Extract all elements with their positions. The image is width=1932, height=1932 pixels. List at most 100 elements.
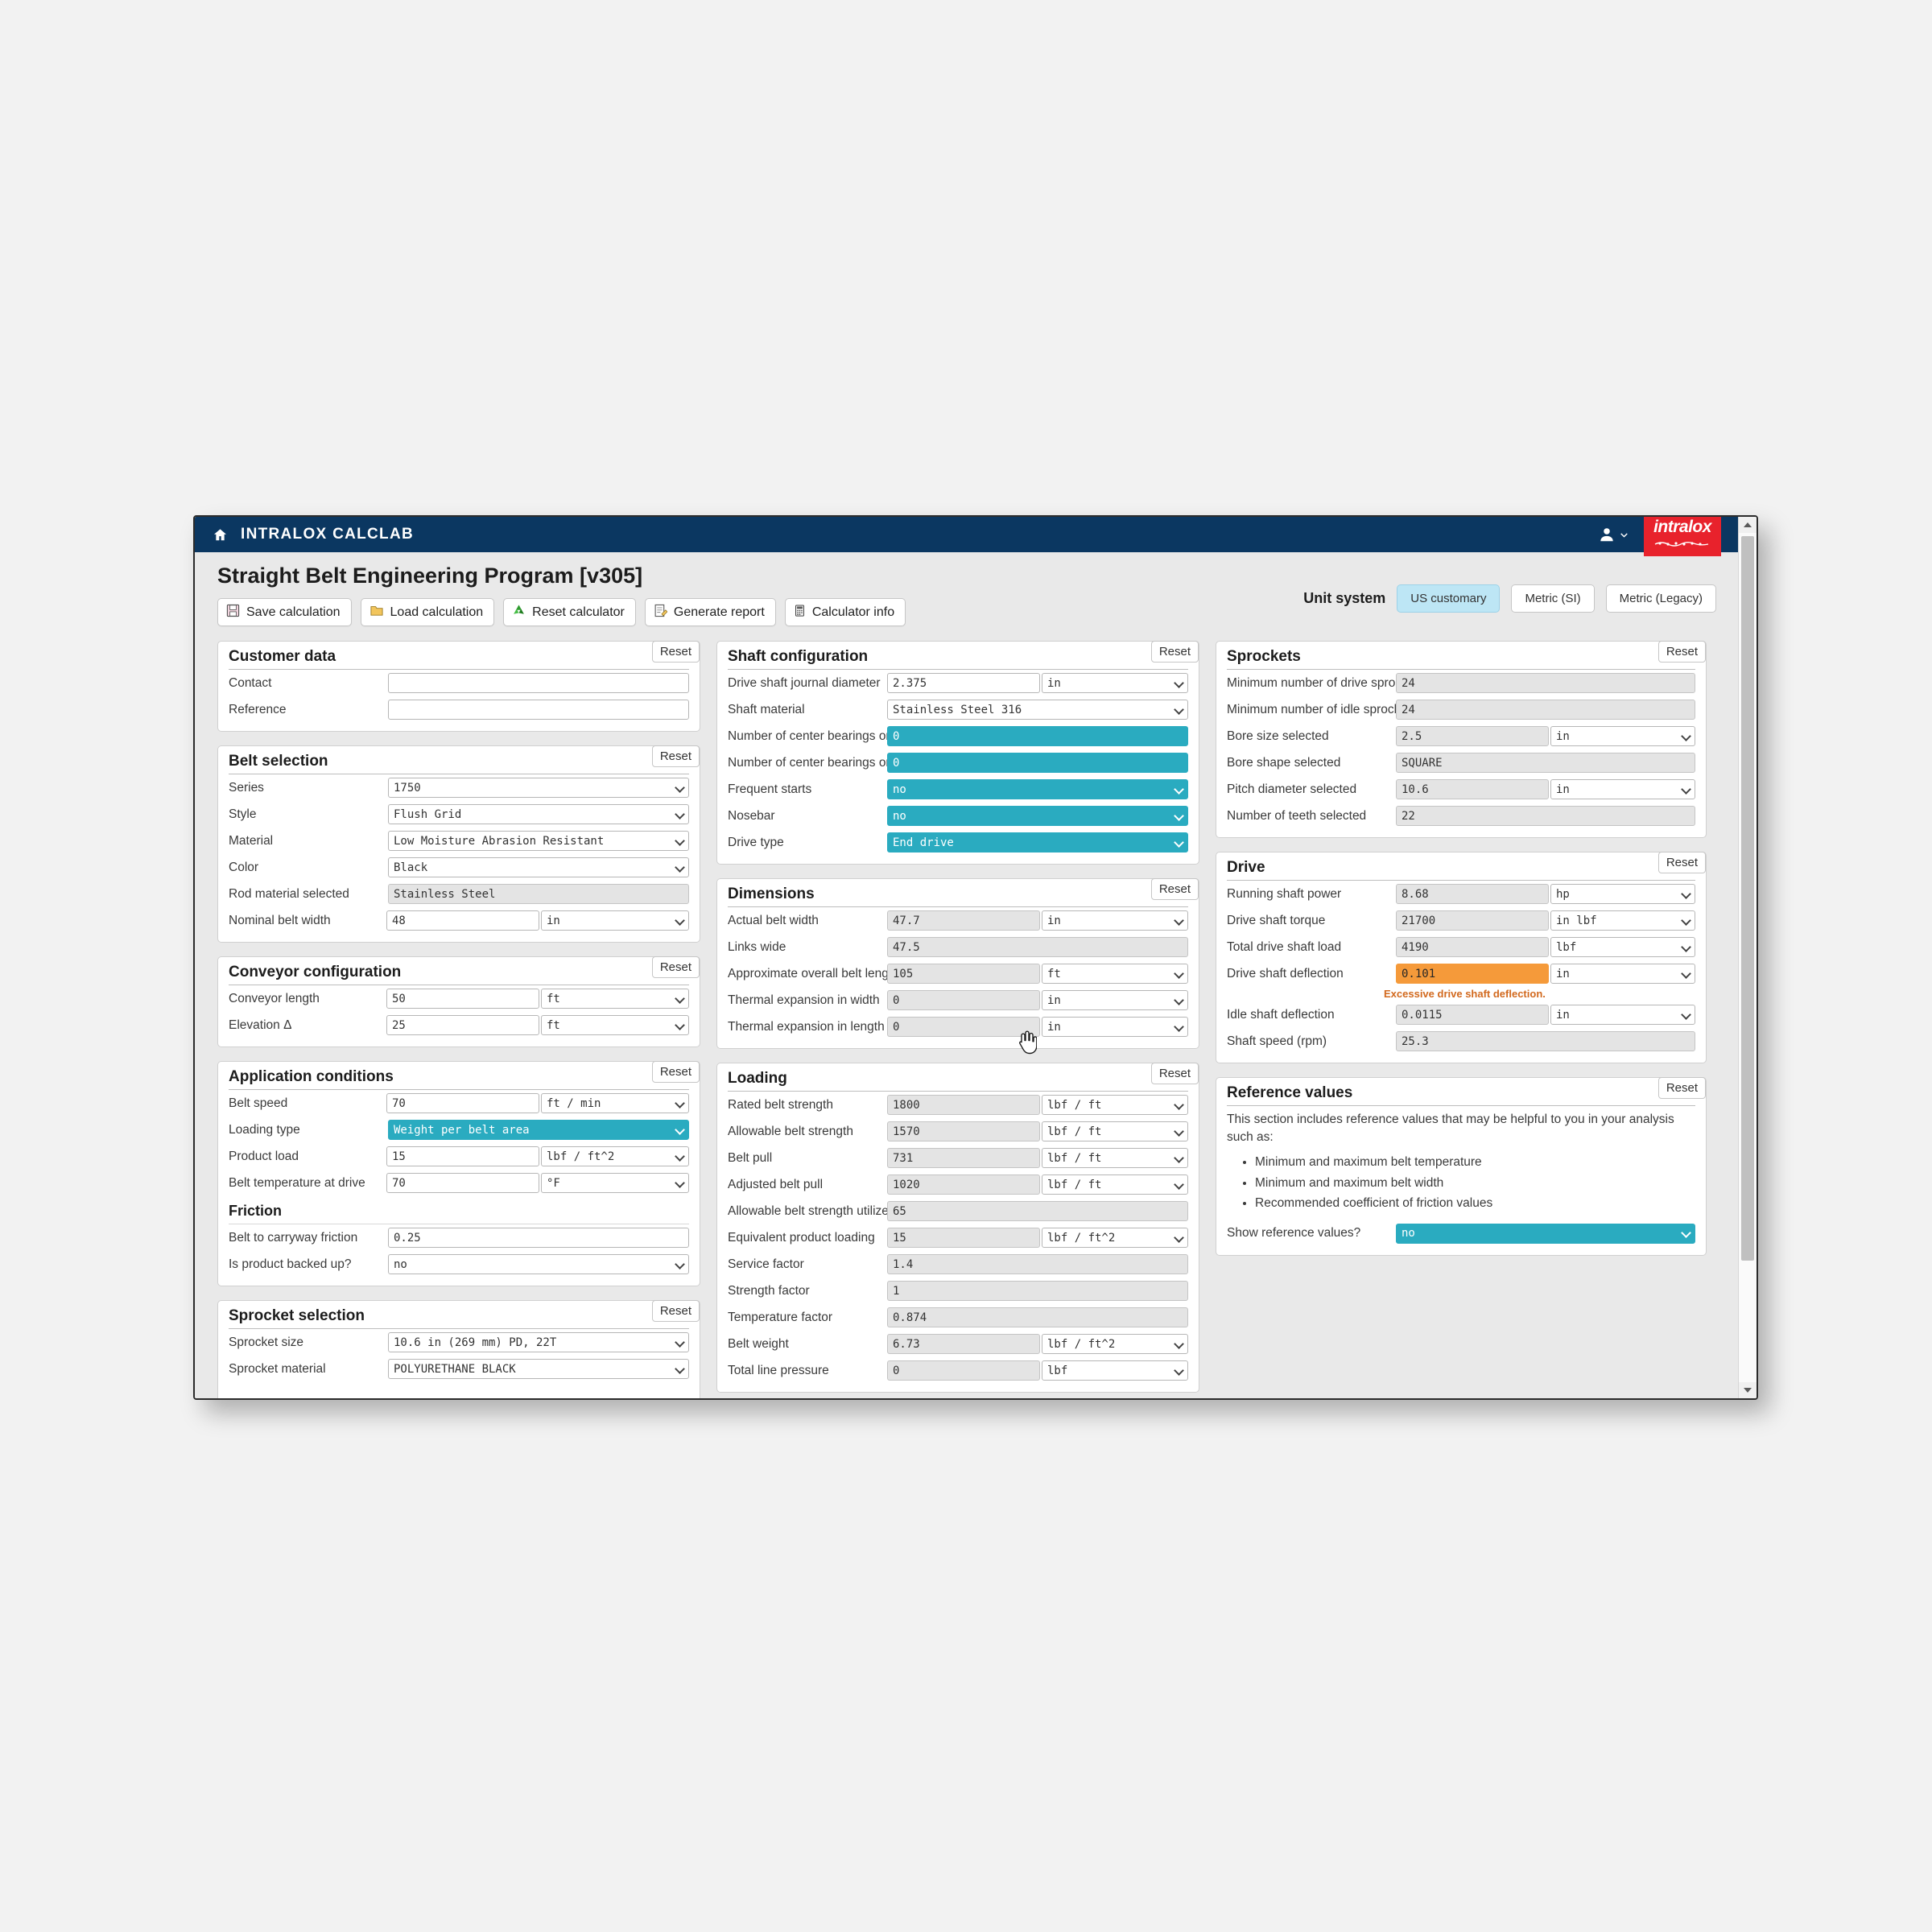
field-label: Shaft material: [728, 702, 805, 716]
center-bearings-idle-shaft-input[interactable]: 0: [887, 753, 1188, 773]
belt-weight-unit-select[interactable]: lbf / ft^2: [1042, 1334, 1188, 1354]
material-select[interactable]: Low Moisture Abrasion Resistant: [388, 831, 689, 851]
product-load-unit-select[interactable]: lbf / ft^2: [541, 1146, 689, 1166]
total-line-pressure-unit-select[interactable]: lbf: [1042, 1360, 1188, 1381]
field-row-frequent-starts: Frequent starts no: [717, 776, 1199, 803]
unit-us-customary-button[interactable]: US customary: [1397, 584, 1501, 613]
series-select[interactable]: 1750: [388, 778, 689, 798]
conveyor-length-unit-select[interactable]: ft: [541, 989, 689, 1009]
scroll-up-button[interactable]: [1739, 517, 1757, 533]
field-row-bore-shape: Bore shape selected SQUARE: [1216, 749, 1706, 776]
belt-speed-unit-select[interactable]: ft / min: [541, 1093, 689, 1113]
field-label: Rated belt strength: [728, 1097, 833, 1112]
field-label: Frequent starts: [728, 782, 812, 796]
belt-temperature-input[interactable]: 70: [386, 1173, 539, 1193]
reset-reference-values-button[interactable]: Reset: [1657, 1077, 1706, 1100]
belt-pull-unit-select[interactable]: lbf / ft: [1042, 1148, 1188, 1168]
belt-speed-input[interactable]: 70: [386, 1093, 539, 1113]
field-label: Color: [229, 860, 259, 874]
actual-belt-width-unit-select[interactable]: in: [1042, 910, 1188, 931]
center-bearings-drive-shaft-input[interactable]: 0: [887, 726, 1188, 746]
frequent-starts-select[interactable]: no: [887, 779, 1188, 799]
contact-input[interactable]: [388, 673, 689, 693]
panel-dimensions: Dimensions Reset Actual belt width 47.7 …: [716, 878, 1199, 1049]
load-calculation-button[interactable]: Load calculation: [360, 598, 495, 626]
idle-shaft-deflection-unit-select[interactable]: in: [1550, 1005, 1695, 1025]
rated-belt-strength-unit-select[interactable]: lbf / ft: [1042, 1095, 1188, 1115]
generate-report-button[interactable]: Generate report: [644, 598, 776, 626]
unit-metric-legacy-button[interactable]: Metric (Legacy): [1605, 584, 1716, 613]
vertical-scrollbar[interactable]: [1738, 517, 1757, 1398]
floppy-disk-icon: [226, 604, 240, 621]
reset-sprocket-selection-button[interactable]: Reset: [651, 1300, 700, 1323]
idle-shaft-deflection-value: 0.0115: [1396, 1005, 1549, 1025]
thermal-expansion-length-unit-select[interactable]: in: [1042, 1017, 1188, 1037]
nosebar-select[interactable]: no: [887, 806, 1188, 826]
save-calculation-button[interactable]: Save calculation: [217, 598, 352, 626]
drive-type-select[interactable]: End drive: [887, 832, 1188, 852]
scrollbar-thumb[interactable]: [1741, 536, 1754, 1261]
conveyor-length-input[interactable]: 50: [386, 989, 539, 1009]
reset-belt-selection-button[interactable]: Reset: [651, 745, 700, 768]
bore-size-unit-select[interactable]: in: [1550, 726, 1695, 746]
calculator-info-button[interactable]: Calculator info: [784, 598, 906, 626]
unit-metric-si-button[interactable]: Metric (SI): [1511, 584, 1595, 613]
reset-conveyor-configuration-button[interactable]: Reset: [651, 956, 700, 979]
style-select[interactable]: Flush Grid: [388, 804, 689, 824]
belt-carryway-friction-input[interactable]: 0.25: [388, 1228, 689, 1248]
field-label: Idle shaft deflection: [1227, 1007, 1335, 1022]
reset-loading-button[interactable]: Reset: [1150, 1063, 1199, 1085]
running-shaft-power-unit-select[interactable]: hp: [1550, 884, 1695, 904]
page-header: Straight Belt Engineering Program [v305]…: [195, 552, 1739, 626]
adjusted-belt-pull-unit-select[interactable]: lbf / ft: [1042, 1174, 1188, 1195]
overall-belt-length-unit-select[interactable]: ft: [1042, 964, 1188, 984]
strength-factor-value: 1: [887, 1281, 1188, 1301]
pitch-diameter-unit-select[interactable]: in: [1550, 779, 1695, 799]
intralox-logo[interactable]: intralox: [1644, 517, 1721, 556]
browser-window: INTRALOX CALCLAB intralox Straight Belt …: [193, 515, 1758, 1400]
show-reference-values-select[interactable]: no: [1396, 1223, 1695, 1244]
sprocket-material-select[interactable]: POLYURETHANE BLACK: [388, 1359, 689, 1379]
field-label: Drive shaft deflection: [1227, 966, 1344, 980]
field-label: Product load: [229, 1149, 299, 1163]
shaft-material-select[interactable]: Stainless Steel 316: [887, 700, 1188, 720]
elevation-delta-unit-select[interactable]: ft: [541, 1015, 689, 1035]
color-select[interactable]: Black: [388, 857, 689, 877]
nominal-belt-width-unit-select[interactable]: in: [541, 910, 689, 931]
field-label: Minimum number of idle sprockets: [1227, 702, 1396, 716]
reset-calculator-button[interactable]: Reset calculator: [503, 598, 636, 626]
allowable-belt-strength-unit-select[interactable]: lbf / ft: [1042, 1121, 1188, 1141]
belt-temperature-unit-select[interactable]: °F: [541, 1173, 689, 1193]
reference-input[interactable]: [388, 700, 689, 720]
reset-application-conditions-button[interactable]: Reset: [651, 1061, 700, 1084]
drive-shaft-journal-diameter-unit-select[interactable]: in: [1042, 673, 1188, 693]
drive-shaft-torque-unit-select[interactable]: in lbf: [1550, 910, 1695, 931]
reset-customer-data-button[interactable]: Reset: [651, 641, 700, 663]
reset-dimensions-button[interactable]: Reset: [1150, 878, 1199, 901]
field-row-shaft-material: Shaft material Stainless Steel 316: [717, 696, 1199, 723]
field-row-material: Material Low Moisture Abrasion Resistant: [218, 828, 700, 854]
total-drive-shaft-load-unit-select[interactable]: lbf: [1550, 937, 1695, 957]
field-row-bore-size: Bore size selected 2.5 in: [1216, 723, 1706, 749]
elevation-delta-input[interactable]: 25: [386, 1015, 539, 1035]
product-load-input[interactable]: 15: [386, 1146, 539, 1166]
home-icon[interactable]: [213, 527, 228, 543]
field-row-shaft-speed: Shaft speed (rpm) 25.3: [1216, 1028, 1706, 1055]
panel-header: Reference values Reset: [1227, 1077, 1706, 1106]
drive-shaft-journal-diameter-input[interactable]: 2.375: [887, 673, 1040, 693]
product-backed-up-select[interactable]: no: [388, 1254, 689, 1274]
nominal-belt-width-input[interactable]: 48: [386, 910, 539, 931]
sprocket-size-select[interactable]: 10.6 in (269 mm) PD, 22T: [388, 1332, 689, 1352]
loading-type-select[interactable]: Weight per belt area: [388, 1120, 689, 1140]
user-account-icon[interactable]: [1598, 526, 1629, 543]
drive-shaft-deflection-unit-select[interactable]: in: [1550, 964, 1695, 984]
scroll-down-button[interactable]: [1739, 1382, 1757, 1398]
panel-header: Sprocket selection Reset: [229, 1300, 700, 1329]
thermal-expansion-width-unit-select[interactable]: in: [1042, 990, 1188, 1010]
panel-loading: Loading Reset Rated belt strength 1800 l…: [716, 1063, 1199, 1393]
equivalent-product-loading-unit-select[interactable]: lbf / ft^2: [1042, 1228, 1188, 1248]
reset-sprockets-button[interactable]: Reset: [1657, 641, 1706, 663]
reset-shaft-configuration-button[interactable]: Reset: [1150, 641, 1199, 663]
temperature-factor-value: 0.874: [887, 1307, 1188, 1327]
reset-drive-button[interactable]: Reset: [1657, 852, 1706, 874]
